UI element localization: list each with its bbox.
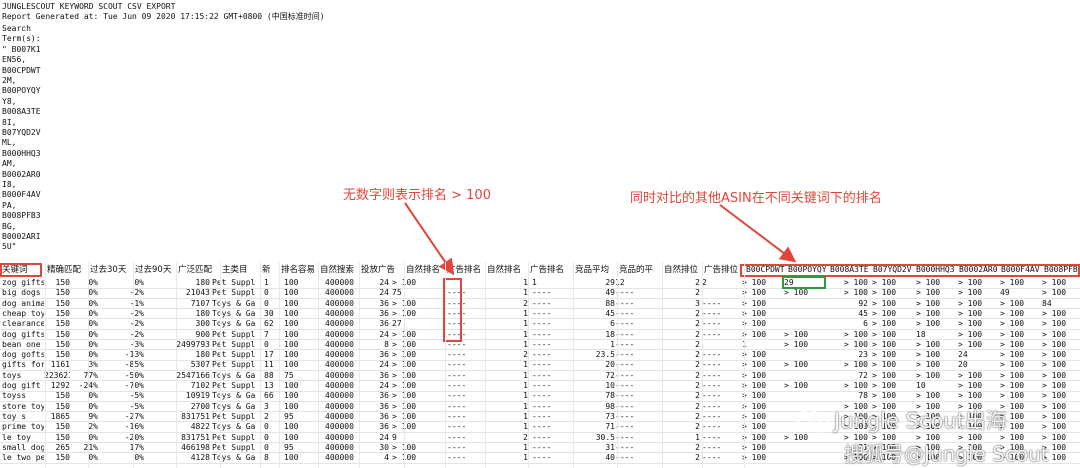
grid-column-line — [485, 262, 486, 468]
wechat-logo-icon — [797, 409, 829, 433]
grid-column-line — [279, 262, 280, 468]
grid-column-line — [45, 262, 46, 468]
annotation-arrows — [404, 202, 797, 276]
grid-column-line — [528, 262, 529, 468]
watermark-en: Jungle Scout出海 — [834, 409, 1007, 433]
grid-column-line — [573, 262, 574, 468]
grid-column-line — [744, 262, 745, 468]
grid-column-line — [260, 262, 261, 468]
grid-column-line — [176, 262, 177, 468]
grid-column-line — [318, 262, 319, 468]
grid-column-line — [702, 262, 703, 468]
grid-column-line — [359, 262, 360, 468]
grid-column-line — [88, 262, 89, 468]
grid-column-line — [617, 262, 618, 468]
spreadsheet-sheet[interactable]: JUNGLESCOUT KEYWORD SCOUT CSV EXPORT Rep… — [0, 0, 1080, 468]
grid-column-line — [445, 262, 446, 468]
grid-column-line — [404, 262, 405, 468]
grid-column-line — [220, 262, 221, 468]
arrow-right — [719, 204, 797, 263]
watermark-cn: 搜狐号@Jungle Scout — [844, 442, 1049, 466]
grid-column-line — [133, 262, 134, 468]
grid-column-line — [662, 262, 663, 468]
